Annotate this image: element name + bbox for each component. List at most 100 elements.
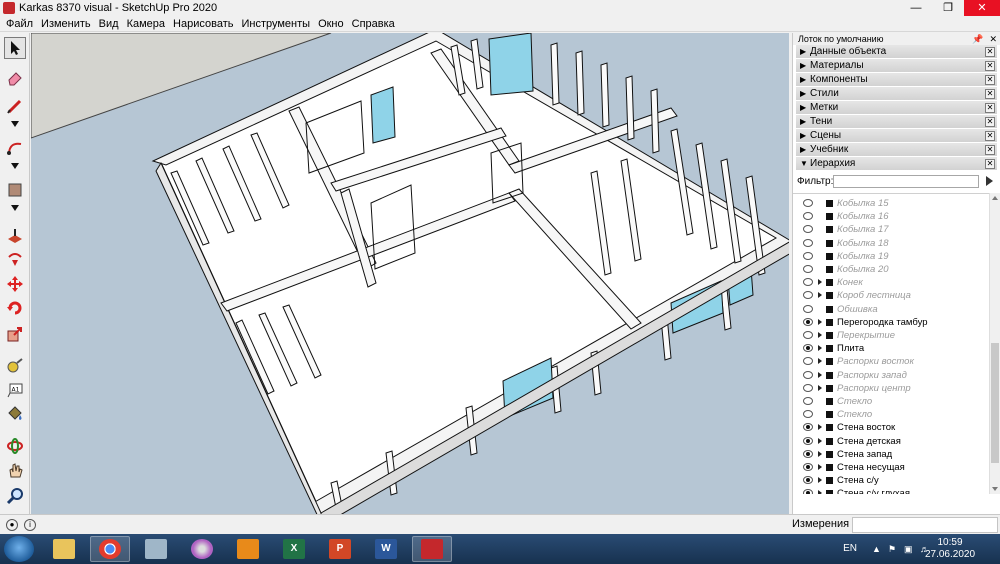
- zoom-tool-icon[interactable]: [4, 485, 26, 507]
- outliner-tree[interactable]: Кобылка 15 Кобылка 16 Кобылка 17 Кобылка 18…: [793, 193, 989, 494]
- measurements-input[interactable]: [852, 517, 998, 533]
- menu-camera[interactable]: Камера: [123, 16, 169, 32]
- text-tool-icon[interactable]: A1: [4, 379, 26, 401]
- eye-hidden-icon[interactable]: [803, 278, 813, 287]
- line-dropdown-icon[interactable]: [11, 121, 19, 127]
- panel-close-icon[interactable]: ✕: [985, 75, 995, 85]
- panel-close-icon[interactable]: ✕: [985, 117, 995, 127]
- expand-arrow-icon[interactable]: [818, 279, 822, 286]
- network-icon[interactable]: ▣: [904, 544, 914, 554]
- show-hidden-icons-icon[interactable]: ▲: [872, 544, 882, 554]
- eye-hidden-icon[interactable]: [803, 212, 813, 221]
- arc-tool-icon[interactable]: [4, 137, 26, 159]
- panel-close-icon[interactable]: ✕: [985, 47, 995, 57]
- outliner-item[interactable]: Плита: [793, 342, 989, 355]
- expand-arrow-icon[interactable]: [818, 318, 822, 325]
- eye-visible-icon[interactable]: [803, 449, 813, 458]
- outliner-item[interactable]: Кобылка 18: [793, 237, 989, 250]
- panel-shadows[interactable]: ▶ Тени ✕: [796, 115, 997, 129]
- clock[interactable]: 10:59 27.06.2020: [918, 537, 982, 561]
- shape-dropdown-icon[interactable]: [11, 205, 19, 211]
- menu-file[interactable]: Файл: [2, 16, 37, 32]
- taskbar-burner[interactable]: [182, 536, 222, 562]
- paint-bucket-tool-icon[interactable]: [4, 403, 26, 425]
- select-tool-icon[interactable]: [4, 37, 26, 59]
- outliner-item[interactable]: Распорки восток: [793, 355, 989, 368]
- outliner-item[interactable]: Стена запад: [793, 448, 989, 461]
- taskbar-excel[interactable]: X: [274, 536, 314, 562]
- eye-visible-icon[interactable]: [803, 476, 813, 485]
- eye-hidden-icon[interactable]: [803, 238, 813, 247]
- orbit-tool-icon[interactable]: [4, 435, 26, 457]
- eye-visible-icon[interactable]: [803, 423, 813, 432]
- language-indicator[interactable]: EN: [843, 543, 857, 554]
- eye-hidden-icon[interactable]: [803, 383, 813, 392]
- expand-arrow-icon[interactable]: [818, 292, 822, 299]
- eye-hidden-icon[interactable]: [803, 251, 813, 260]
- panel-outliner[interactable]: ▼ Иерархия ✕: [796, 157, 997, 171]
- panel-entity-info[interactable]: ▶ Данные объекта ✕: [796, 45, 997, 59]
- expand-arrow-icon[interactable]: [818, 345, 822, 352]
- flag-icon[interactable]: ⚑: [888, 544, 898, 554]
- outliner-item[interactable]: Кобылка 17: [793, 223, 989, 236]
- start-button-icon[interactable]: [4, 536, 34, 562]
- rectangle-tool-icon[interactable]: [4, 179, 26, 201]
- outliner-item[interactable]: Короб лестница: [793, 289, 989, 302]
- outliner-item[interactable]: Распорки запад: [793, 369, 989, 382]
- expand-arrow-icon[interactable]: [818, 437, 822, 444]
- panel-materials[interactable]: ▶ Материалы ✕: [796, 59, 997, 73]
- taskbar-word[interactable]: W: [366, 536, 406, 562]
- outliner-item[interactable]: Кобылка 20: [793, 263, 989, 276]
- taskbar-powerpoint[interactable]: P: [320, 536, 360, 562]
- expand-arrow-icon[interactable]: [818, 450, 822, 457]
- panel-close-icon[interactable]: ✕: [985, 103, 995, 113]
- expand-arrow-icon[interactable]: [818, 332, 822, 338]
- outliner-item[interactable]: Стена с/у: [793, 474, 989, 487]
- panel-close-icon[interactable]: ✕: [985, 131, 995, 141]
- eye-visible-icon[interactable]: [803, 344, 813, 353]
- eye-hidden-icon[interactable]: [803, 357, 813, 366]
- menu-view[interactable]: Вид: [95, 16, 123, 32]
- outliner-item[interactable]: Перегородка тамбур: [793, 316, 989, 329]
- eye-hidden-icon[interactable]: [803, 397, 813, 405]
- expand-arrow-icon[interactable]: [818, 371, 822, 378]
- taskbar-media-player[interactable]: [228, 536, 268, 562]
- eye-hidden-icon[interactable]: [803, 265, 813, 273]
- outliner-item[interactable]: Стена с/у глухая: [793, 487, 989, 494]
- outliner-item[interactable]: Стекло: [793, 408, 989, 421]
- scroll-up-icon[interactable]: [992, 196, 998, 200]
- pan-tool-icon[interactable]: [4, 459, 26, 481]
- menu-tools[interactable]: Инструменты: [237, 16, 314, 32]
- move-tool-icon[interactable]: [4, 273, 26, 295]
- push-pull-tool-icon[interactable]: [4, 225, 26, 247]
- eye-hidden-icon[interactable]: [803, 304, 813, 313]
- pin-icon[interactable]: 📌: [972, 34, 983, 45]
- menu-edit[interactable]: Изменить: [37, 16, 95, 32]
- tray-close-icon[interactable]: ✕: [989, 34, 997, 45]
- taskbar-sketchup[interactable]: [412, 536, 452, 562]
- panel-scenes[interactable]: ▶ Сцены ✕: [796, 129, 997, 143]
- eye-hidden-icon[interactable]: [803, 410, 813, 419]
- arc-dropdown-icon[interactable]: [11, 163, 19, 169]
- eye-hidden-icon[interactable]: [803, 291, 813, 300]
- minimize-button[interactable]: —: [900, 0, 932, 16]
- menu-help[interactable]: Справка: [348, 16, 399, 32]
- outliner-item[interactable]: Распорки центр: [793, 382, 989, 395]
- outliner-scrollbar[interactable]: [989, 193, 1000, 494]
- outliner-item[interactable]: Обшивка: [793, 303, 989, 316]
- outliner-item[interactable]: Конек: [793, 276, 989, 289]
- outliner-item[interactable]: Стена детская: [793, 435, 989, 448]
- expand-arrow-icon[interactable]: [818, 384, 822, 391]
- eye-visible-icon[interactable]: [803, 317, 813, 326]
- menu-draw[interactable]: Нарисовать: [169, 16, 237, 32]
- instructor-info-icon[interactable]: i: [24, 519, 36, 531]
- eye-visible-icon[interactable]: [803, 489, 813, 494]
- expand-arrow-icon[interactable]: [818, 477, 822, 484]
- outliner-item[interactable]: Кобылка 19: [793, 250, 989, 263]
- panel-close-icon[interactable]: ✕: [985, 89, 995, 99]
- eye-hidden-icon[interactable]: [803, 199, 813, 207]
- outliner-options-icon[interactable]: [986, 176, 993, 186]
- panel-close-icon[interactable]: ✕: [985, 159, 995, 169]
- taskbar-chrome[interactable]: [90, 536, 130, 562]
- maximize-button[interactable]: ❐: [932, 0, 964, 16]
